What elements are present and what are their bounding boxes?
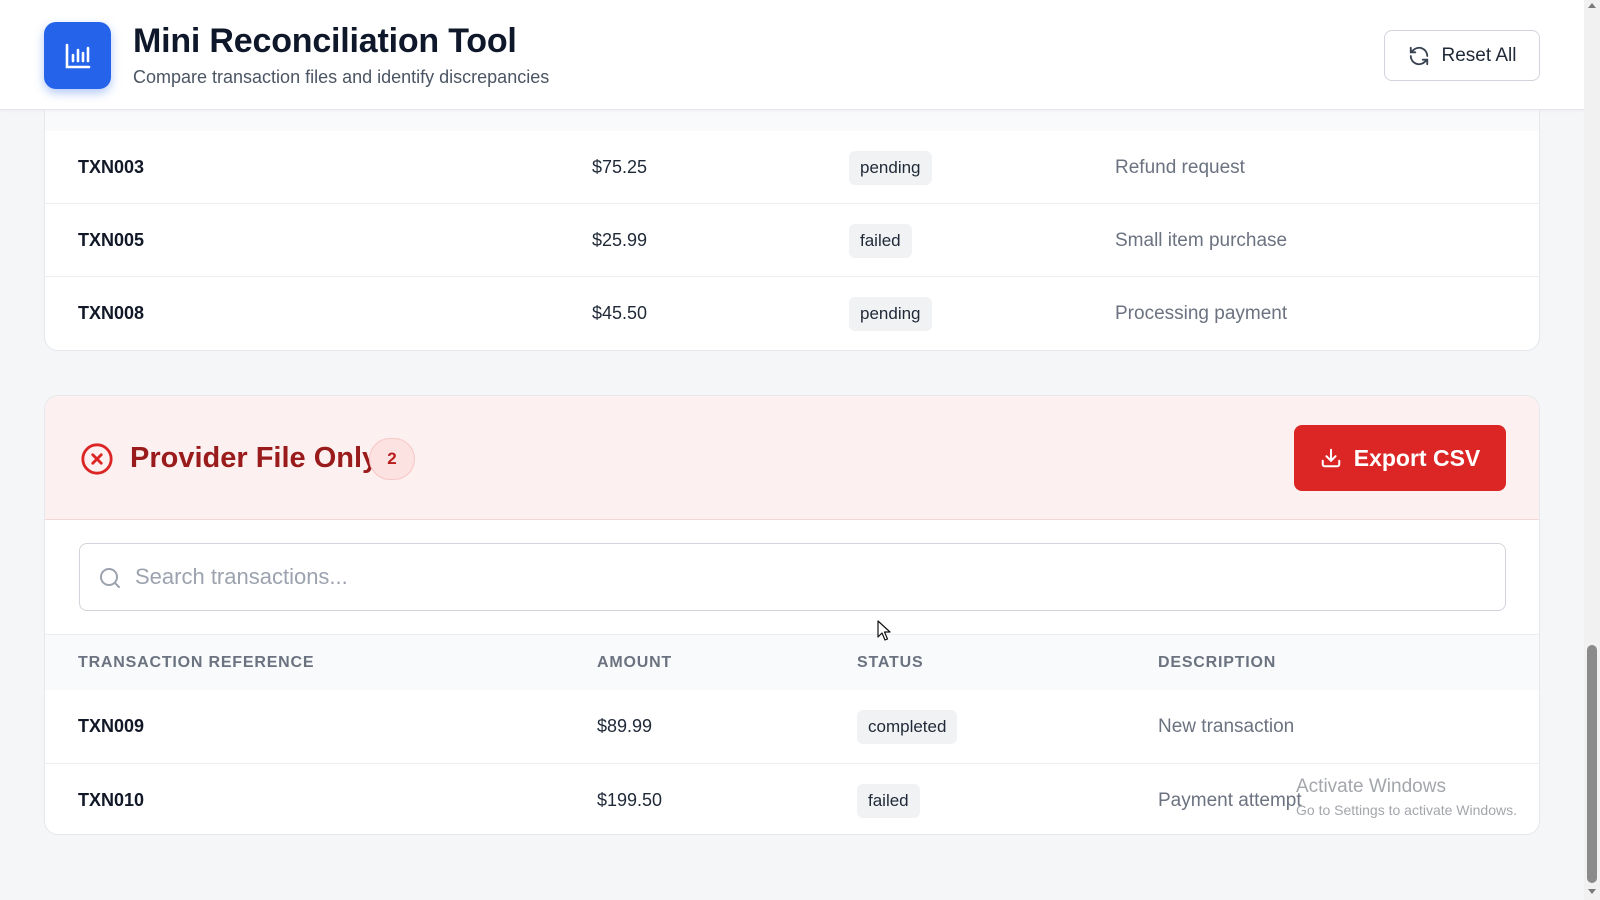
export-csv-label: Export CSV bbox=[1353, 444, 1481, 471]
transaction-reference: TXN008 bbox=[78, 303, 145, 323]
table-row: TXN003 $75.25 pending Refund request bbox=[45, 131, 1539, 204]
transaction-amount: $25.99 bbox=[592, 230, 648, 250]
table-row: TXN010 $199.50 failed Payment attempt bbox=[45, 763, 1539, 834]
vertical-scrollbar[interactable] bbox=[1584, 0, 1600, 900]
section-title: Provider File Only bbox=[130, 442, 379, 474]
transaction-reference: TXN010 bbox=[78, 790, 145, 810]
section-header: Provider File Only 2 Export CSV bbox=[45, 396, 1539, 520]
transaction-description: Small item purchase bbox=[1115, 229, 1288, 251]
matched-transactions-card: TXN003 $75.25 pending Refund request TXN… bbox=[44, 90, 1540, 351]
status-badge: failed bbox=[857, 783, 920, 818]
column-header-amount[interactable]: AMOUNT bbox=[597, 635, 672, 691]
x-circle-icon bbox=[81, 443, 113, 475]
mouse-cursor-icon bbox=[877, 620, 891, 641]
status-badge: completed bbox=[857, 709, 958, 744]
status-badge: failed bbox=[849, 223, 912, 258]
transaction-description: Processing payment bbox=[1115, 302, 1288, 324]
transaction-reference: TXN009 bbox=[78, 716, 145, 736]
transaction-reference: TXN003 bbox=[78, 157, 145, 177]
count-badge: 2 bbox=[369, 438, 415, 480]
status-badge: pending bbox=[849, 296, 932, 331]
status-badge: pending bbox=[849, 150, 932, 185]
transaction-amount: $75.25 bbox=[592, 157, 648, 177]
table-row: TXN008 $45.50 pending Processing payment bbox=[45, 276, 1539, 349]
table-row: TXN005 $25.99 failed Small item purchase bbox=[45, 203, 1539, 276]
app-subtitle: Compare transaction files and identify d… bbox=[133, 67, 550, 87]
column-header-status[interactable]: STATUS bbox=[857, 635, 923, 691]
reset-all-button[interactable]: Reset All bbox=[1384, 30, 1540, 81]
reset-all-label: Reset All bbox=[1441, 44, 1517, 66]
scrollbar-thumb[interactable] bbox=[1587, 645, 1597, 883]
table-header: TRANSACTION REFERENCE AMOUNT STATUS DESC… bbox=[45, 634, 1539, 690]
scroll-down-arrow-icon[interactable] bbox=[1588, 889, 1596, 894]
table-row: TXN009 $89.99 completed New transaction bbox=[45, 690, 1539, 763]
transaction-reference: TXN005 bbox=[78, 230, 145, 250]
download-icon bbox=[1321, 448, 1340, 468]
app-header: Mini Reconciliation Tool Compare transac… bbox=[0, 0, 1584, 110]
refresh-icon bbox=[1409, 46, 1428, 65]
transaction-description: Payment attempt bbox=[1158, 789, 1302, 811]
transaction-description: Refund request bbox=[1115, 156, 1245, 178]
transaction-amount: $199.50 bbox=[597, 790, 663, 810]
app-title: Mini Reconciliation Tool bbox=[133, 22, 517, 60]
transaction-amount: $89.99 bbox=[597, 716, 653, 736]
transaction-amount: $45.50 bbox=[592, 303, 648, 323]
export-csv-button[interactable]: Export CSV bbox=[1294, 425, 1506, 491]
search-input[interactable] bbox=[135, 544, 1485, 610]
column-header-reference[interactable]: TRANSACTION REFERENCE bbox=[78, 635, 314, 691]
search-icon bbox=[100, 568, 120, 588]
column-header-description[interactable]: DESCRIPTION bbox=[1158, 635, 1276, 691]
transaction-description: New transaction bbox=[1158, 715, 1295, 737]
scroll-up-arrow-icon[interactable] bbox=[1588, 3, 1596, 8]
bar-chart-icon bbox=[44, 22, 111, 89]
provider-file-only-card: Provider File Only 2 Export CSV TRANSACT… bbox=[44, 395, 1540, 835]
search-box bbox=[79, 543, 1506, 611]
